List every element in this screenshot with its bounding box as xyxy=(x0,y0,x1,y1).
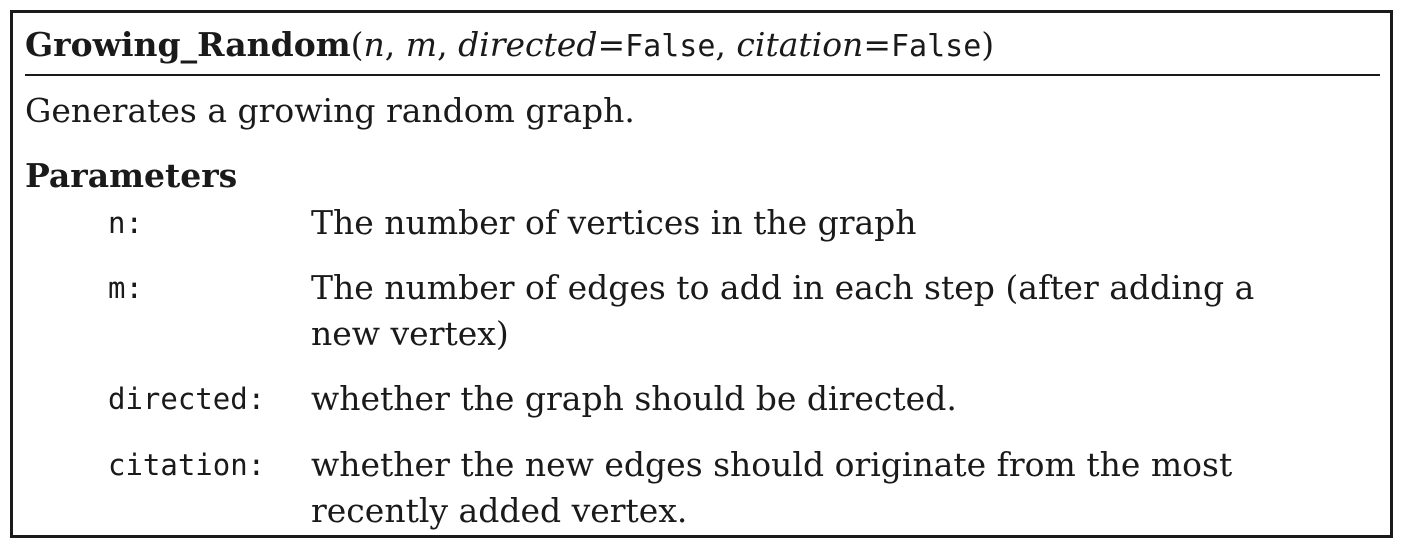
param-desc-citation: whether the new edges should originate f… xyxy=(311,445,1233,530)
parameters-heading: Parameters xyxy=(25,156,238,195)
param-name-citation: citation: xyxy=(108,448,266,482)
arg-directed: directed xyxy=(458,25,598,64)
arg-separator: , xyxy=(437,25,459,64)
arg-n: n xyxy=(363,25,385,64)
open-paren: ( xyxy=(350,25,364,64)
param-desc-n: The number of vertices in the graph xyxy=(311,203,917,242)
default-directed: False xyxy=(625,29,716,64)
arg-m: m xyxy=(405,25,438,64)
param-desc-directed: whether the graph should be directed. xyxy=(311,379,957,418)
function-doc-box: Growing_Random(n, m, directed=False, cit… xyxy=(10,10,1393,538)
function-signature: Growing_Random(n, m, directed=False, cit… xyxy=(25,23,994,69)
header-divider xyxy=(25,74,1380,76)
param-name-directed: directed: xyxy=(108,382,266,416)
default-citation: False xyxy=(890,29,982,64)
param-name-n: n: xyxy=(108,206,143,240)
function-name: Growing_Random xyxy=(25,25,351,64)
close-paren: ) xyxy=(981,25,995,64)
arg-separator: , xyxy=(715,25,737,64)
equals-sign: = xyxy=(597,25,626,64)
function-description: Generates a growing random graph. xyxy=(25,91,635,130)
equals-sign: = xyxy=(863,25,891,64)
param-name-m: m: xyxy=(108,271,143,305)
arg-citation: citation xyxy=(736,25,864,64)
arg-separator: , xyxy=(384,25,406,64)
param-desc-m: The number of edges to add in each step … xyxy=(311,268,1255,353)
